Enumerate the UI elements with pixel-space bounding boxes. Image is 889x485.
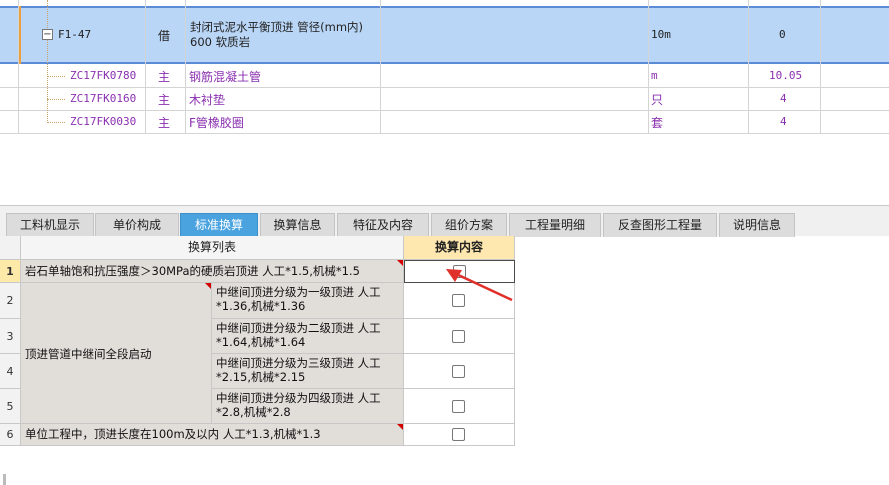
conversion-item-5: 中继间顶进分级为四级顶进 人工 *2.8,机械*2.8 xyxy=(212,389,404,424)
grid-line xyxy=(145,0,146,134)
conversion-checkbox-4[interactable] xyxy=(452,365,465,378)
row-name-line2: 600 软质岩 xyxy=(190,35,251,49)
conversion-checkbox-6[interactable] xyxy=(452,428,465,441)
row-unit: 10m xyxy=(651,28,671,41)
row-name-line1: 封闭式泥水平衡顶进 管径(mm内) xyxy=(190,20,364,34)
tab-bar: 工料机显示 单价构成 标准换算 换算信息 特征及内容 组价方案 工程量明细 反查… xyxy=(0,205,889,237)
row-unit: 只 xyxy=(651,93,664,107)
row-quantity: 10.05 xyxy=(769,69,803,82)
row-name: 钢筋混凝土管 xyxy=(189,70,262,84)
row-quantity: 4 xyxy=(780,115,787,128)
conversion-item-6: 单位工程中，顶进长度在100m及以内 人工*1.3,机械*1.3 xyxy=(21,424,404,446)
tab-conversion-info[interactable]: 换算信息 xyxy=(260,213,335,237)
conversion-item-text: *1.36,机械*1.36 xyxy=(216,299,306,313)
row-number[interactable]: 1 xyxy=(0,260,21,283)
header-conversion-list: 换算列表 xyxy=(21,236,404,260)
conversion-item-4: 中继间顶进分级为三级顶进 人工 *2.15,机械*2.15 xyxy=(212,354,404,389)
tree-line xyxy=(47,99,65,100)
conversion-item-3: 中继间顶进分级为二级顶进 人工 *1.64,机械*1.64 xyxy=(212,319,404,354)
tab-pricing-scheme[interactable]: 组价方案 xyxy=(431,213,507,237)
collapse-icon[interactable]: − xyxy=(42,29,53,40)
tree-line xyxy=(47,76,65,77)
tree-line xyxy=(47,40,48,123)
row-code: F1-47 xyxy=(58,28,92,41)
table-row-selected[interactable] xyxy=(0,6,889,64)
comment-marker xyxy=(397,260,403,266)
tab-quantity-detail[interactable]: 工程量明细 xyxy=(509,213,601,237)
quota-table: − F1-47 借 封闭式泥水平衡顶进 管径(mm内) 600 软质岩 10m … xyxy=(0,0,889,200)
tree-line xyxy=(47,0,48,28)
row-code: ZC17FK0160 xyxy=(70,92,137,105)
group-label: 顶进管道中继间全段启动 xyxy=(25,347,152,361)
conversion-item-text: 单位工程中，顶进长度在100m及以内 人工*1.3,机械*1.3 xyxy=(25,427,321,441)
conversion-checkbox-5[interactable] xyxy=(452,400,465,413)
row-code: ZC17FK0030 xyxy=(70,115,137,128)
tab-material-display[interactable]: 工料机显示 xyxy=(6,213,94,237)
conversion-item-text: *2.8,机械*2.8 xyxy=(216,405,291,419)
row-category: 借 xyxy=(158,29,171,43)
row-number[interactable]: 3 xyxy=(0,319,21,354)
grid-line xyxy=(380,0,381,134)
row-number[interactable]: 4 xyxy=(0,354,21,389)
conversion-item-text: *2.15,机械*2.15 xyxy=(216,370,306,384)
row-category: 主 xyxy=(158,93,171,107)
conversion-item-text: 岩石单轴饱和抗压强度＞30MPa的硬质岩顶进 人工*1.5,机械*1.5 xyxy=(25,264,360,278)
conversion-content-cell-3[interactable] xyxy=(404,319,515,354)
tab-standard-conversion[interactable]: 标准换算 xyxy=(180,213,258,237)
grid-corner xyxy=(0,236,21,260)
tab-features-content[interactable]: 特征及内容 xyxy=(337,213,429,237)
comment-marker xyxy=(397,424,403,430)
row-unit: 套 xyxy=(651,116,664,130)
conversion-content-cell-5[interactable] xyxy=(404,389,515,424)
row-number[interactable]: 5 xyxy=(0,389,21,424)
row-name: F管橡胶圈 xyxy=(189,116,244,130)
row-code: ZC17FK0780 xyxy=(70,69,137,82)
table-row-partial xyxy=(0,0,889,6)
tab-description-info[interactable]: 说明信息 xyxy=(719,213,795,237)
row-number[interactable]: 2 xyxy=(0,283,21,319)
row-name: 木衬垫 xyxy=(189,93,226,107)
grid-line xyxy=(185,0,186,134)
row-category: 主 xyxy=(158,116,171,130)
group-label-cell: 顶进管道中继间全段启动 xyxy=(21,283,212,424)
row-unit: m xyxy=(651,69,658,82)
grid-line xyxy=(820,0,821,134)
row-category: 主 xyxy=(158,70,171,84)
conversion-checkbox-3[interactable] xyxy=(452,330,465,343)
conversion-item-1: 岩石单轴饱和抗压强度＞30MPa的硬质岩顶进 人工*1.5,机械*1.5 xyxy=(21,260,404,283)
header-conversion-content: 换算内容 xyxy=(404,236,515,260)
grid-line xyxy=(648,0,649,134)
conversion-item-2: 中继间顶进分级为一级顶进 人工 *1.36,机械*1.36 xyxy=(212,283,404,319)
grid-line xyxy=(18,0,19,134)
comment-marker xyxy=(205,283,211,289)
tab-price-composition[interactable]: 单价构成 xyxy=(95,213,179,237)
tree-line xyxy=(47,122,65,123)
annotation-arrow-icon xyxy=(446,269,513,302)
scrollbar[interactable] xyxy=(3,474,6,485)
conversion-item-text: *1.64,机械*1.64 xyxy=(216,335,306,349)
row-quantity: 4 xyxy=(780,92,787,105)
grid-line xyxy=(748,0,749,134)
row-number[interactable]: 6 xyxy=(0,424,21,446)
row-quantity: 0 xyxy=(779,28,786,41)
conversion-content-cell-4[interactable] xyxy=(404,354,515,389)
conversion-content-cell-6[interactable] xyxy=(404,424,515,446)
tab-graphic-quantity[interactable]: 反查图形工程量 xyxy=(603,213,717,237)
